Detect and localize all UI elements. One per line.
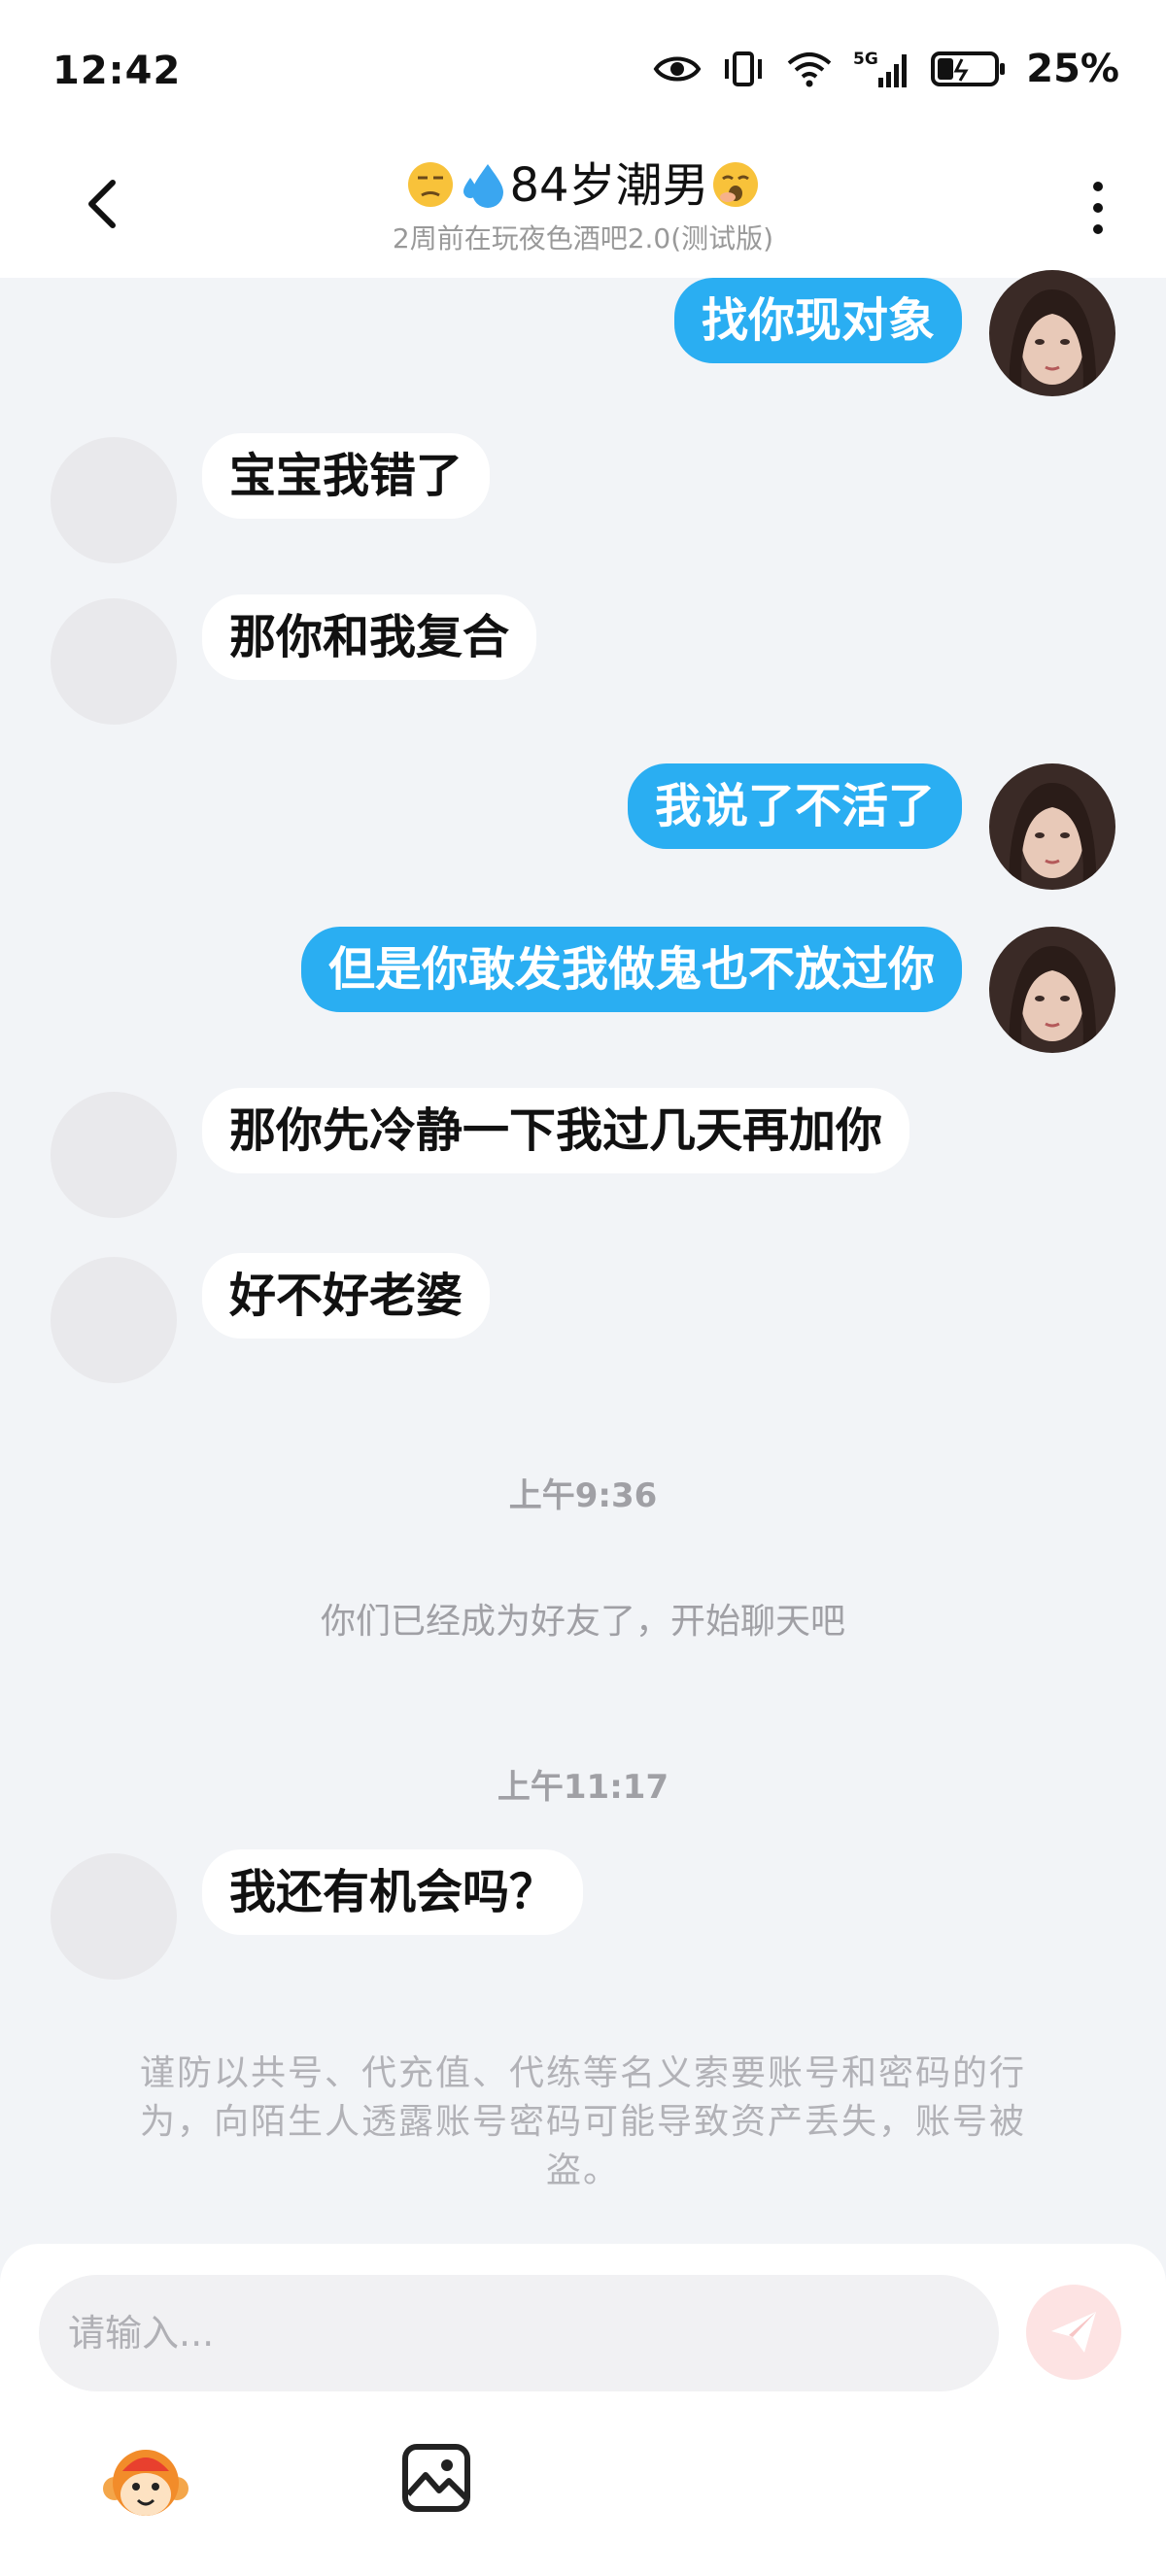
image-icon: [402, 2444, 470, 2512]
security-notice: 谨防以共号、代充值、代练等名义索要账号和密码的行为，向陌生人透露账号密码可能导致…: [139, 2053, 1026, 2190]
unamused-face-icon: [408, 162, 454, 207]
image-picker-button[interactable]: [400, 2442, 472, 2514]
sweat-droplets-icon: [463, 164, 504, 208]
contact-avatar[interactable]: [51, 1257, 177, 1383]
signal-icon: 5G: [853, 49, 911, 89]
sticker-button[interactable]: [101, 2438, 190, 2527]
timestamp: 上午11:17: [497, 1768, 669, 1807]
system-message: 你们已经成为好友了，开始聊天吧: [320, 1602, 845, 1642]
outgoing-message-bubble[interactable]: 我说了不活了: [627, 763, 962, 849]
eye-icon: [653, 52, 702, 85]
contact-status: 2周前在玩夜色酒吧2.0(测试版): [392, 222, 774, 254]
wifi-icon: [785, 50, 834, 88]
incoming-message-bubble[interactable]: 那你和我复合: [202, 594, 537, 680]
my-avatar[interactable]: [989, 270, 1115, 396]
more-vertical-icon: [1093, 182, 1103, 234]
status-icons: 5G 25%: [653, 47, 1119, 91]
status-bar: 12:42 5G 25%: [0, 0, 1166, 146]
vibrate-icon: [721, 50, 766, 88]
profile-photo-icon: [989, 270, 1115, 396]
send-button[interactable]: [1026, 2285, 1121, 2380]
incoming-message-bubble[interactable]: 好不好老婆: [202, 1253, 491, 1339]
network-label: 5G: [853, 50, 878, 69]
contact-avatar[interactable]: [51, 1853, 177, 1980]
profile-photo-icon: [989, 763, 1115, 890]
incoming-message-bubble[interactable]: 那你先冷静一下我过几天再加你: [202, 1088, 910, 1173]
contact-avatar[interactable]: [51, 1092, 177, 1218]
contact-avatar[interactable]: [51, 598, 177, 725]
battery-icon: [931, 50, 1007, 88]
timestamp: 上午9:36: [508, 1476, 658, 1515]
yawning-face-icon: [712, 162, 758, 207]
incoming-message-bubble[interactable]: 宝宝我错了: [202, 433, 491, 519]
incoming-message-bubble[interactable]: 我还有机会吗？: [202, 1849, 584, 1935]
outgoing-message-bubble[interactable]: 但是你敢发我做鬼也不放过你: [300, 927, 962, 1012]
message-input[interactable]: 请输入...: [39, 2275, 999, 2391]
contact-name: 84岁潮男: [509, 158, 709, 213]
outgoing-message-bubble[interactable]: 找你现对象: [673, 278, 962, 363]
my-avatar[interactable]: [989, 763, 1115, 890]
my-avatar[interactable]: [989, 927, 1115, 1053]
contact-title[interactable]: 84岁潮男: [0, 155, 1166, 216]
contact-avatar[interactable]: [51, 437, 177, 563]
chat-message-list[interactable]: 找你现对象 宝宝我错了 那你和我复合 我说了不活了 但是你敢发我做鬼也不放过你 …: [0, 270, 1166, 2240]
title-block: 84岁潮男 2周前在玩夜色酒吧2.0(测试版): [0, 146, 1166, 256]
more-options-button[interactable]: [1079, 175, 1117, 243]
send-paper-plane-icon: [1051, 2312, 1096, 2353]
chat-header: 84岁潮男 2周前在玩夜色酒吧2.0(测试版): [0, 146, 1166, 278]
profile-photo-icon: [989, 927, 1115, 1053]
battery-percent: 25%: [1026, 47, 1119, 91]
monkey-sticker-icon: [103, 2450, 189, 2516]
status-time: 12:42: [52, 49, 182, 93]
input-bar: 请输入...: [0, 2244, 1166, 2576]
